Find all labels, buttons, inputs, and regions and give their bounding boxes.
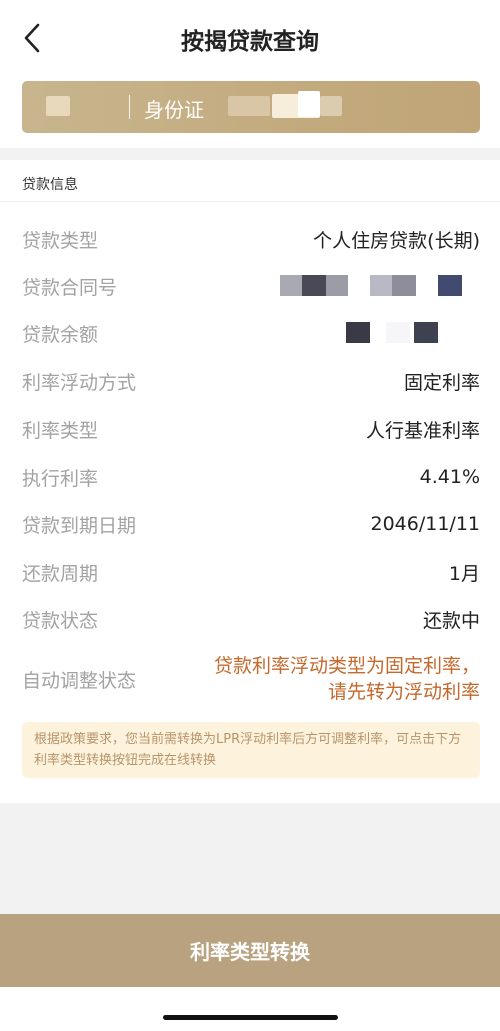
- id-bar-section: 身份证: [0, 78, 500, 148]
- row-value: 还款中: [422, 609, 480, 632]
- id-separator: [129, 95, 130, 119]
- row-label: 还款周期: [22, 562, 99, 585]
- id-bar: 身份证: [22, 81, 480, 133]
- row-loan-status: 贷款状态 还款中: [22, 604, 480, 634]
- auto-adjust-warning: 贷款利率浮动类型为固定利率， 请先转为浮动利率: [214, 653, 480, 705]
- row-rate-float-method: 利率浮动方式 固定利率: [22, 366, 480, 396]
- row-label: 贷款余额: [22, 323, 99, 346]
- row-label: 利率浮动方式: [22, 371, 137, 394]
- masked-id-number-part: [320, 96, 342, 116]
- nav-header: 按揭贷款查询: [0, 0, 500, 78]
- row-label: 贷款状态: [22, 609, 99, 632]
- rate-type-convert-button[interactable]: 利率类型转换: [0, 914, 500, 987]
- row-loan-balance: 贷款余额: [22, 318, 480, 348]
- page-title: 按揭贷款查询: [181, 29, 319, 55]
- row-repayment-cycle: 还款周期 1月: [22, 557, 480, 587]
- row-contract-number: 贷款合同号: [22, 271, 480, 301]
- row-value: 固定利率: [403, 371, 480, 394]
- row-auto-adjust-status: 自动调整状态 贷款利率浮动类型为固定利率， 请先转为浮动利率: [22, 651, 480, 707]
- id-type-label: 身份证: [144, 98, 204, 122]
- masked-id-number-part: [298, 91, 320, 117]
- row-value: 4.41%: [419, 466, 480, 488]
- row-value: 个人住房贷款(长期): [313, 229, 480, 252]
- masked-id-number: [228, 96, 270, 116]
- row-label: 贷款合同号: [22, 276, 118, 299]
- policy-notice: 根据政策要求，您当前需转换为LPR浮动利率后方可调整利率，可点击下方利率类型转换…: [22, 722, 480, 778]
- row-execution-rate: 执行利率 4.41%: [22, 462, 480, 492]
- row-value: 人行基准利率: [365, 419, 480, 442]
- warning-line-2: 请先转为浮动利率: [327, 681, 480, 703]
- row-maturity-date: 贷款到期日期 2046/11/11: [22, 509, 480, 539]
- row-loan-type: 贷款类型 个人住房贷款(长期): [22, 224, 480, 254]
- masked-loan-balance: [280, 318, 480, 348]
- row-value: 1月: [448, 562, 480, 585]
- home-indicator[interactable]: [163, 1015, 338, 1020]
- masked-name: [46, 96, 70, 116]
- section-title: 贷款信息: [22, 177, 78, 193]
- row-label: 执行利率: [22, 467, 99, 490]
- loan-info-card: 贷款信息 贷款类型 个人住房贷款(长期) 贷款合同号 贷款余额 利率浮动方式 固…: [0, 160, 500, 803]
- row-value: 2046/11/11: [370, 513, 480, 535]
- row-label: 贷款到期日期: [22, 514, 137, 537]
- loan-query-page: 按揭贷款查询 身份证 贷款信息 贷款类型 个人住房贷款(长期) 贷款合同号 贷款…: [0, 0, 500, 1031]
- row-label: 自动调整状态: [22, 669, 137, 692]
- row-label: 贷款类型: [22, 229, 99, 252]
- home-indicator-area: [0, 987, 500, 1031]
- row-rate-type: 利率类型 人行基准利率: [22, 414, 480, 444]
- masked-contract-number: [280, 271, 480, 301]
- divider: [0, 201, 500, 202]
- row-label: 利率类型: [22, 419, 99, 442]
- warning-line-1: 贷款利率浮动类型为固定利率，: [213, 655, 480, 677]
